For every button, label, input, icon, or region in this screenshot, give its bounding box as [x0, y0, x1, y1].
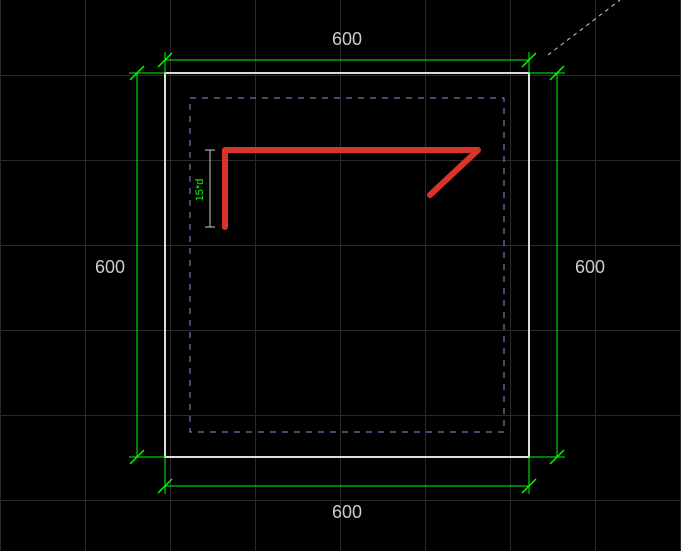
dimension-top-value: 600	[332, 29, 362, 49]
dimension-bottom-value: 600	[332, 502, 362, 522]
dimension-right: 600	[529, 66, 605, 464]
leader-line	[548, 0, 620, 55]
cad-drawing: 15*d 600 600 600 600	[0, 0, 681, 551]
dimension-left: 600	[95, 66, 165, 464]
rebar-length-text: 15*d	[194, 179, 206, 202]
dimension-right-value: 600	[575, 257, 605, 277]
dimension-bottom: 600	[158, 457, 536, 522]
dimension-top: 600	[158, 29, 536, 73]
rebar-shape	[225, 150, 478, 227]
outer-section-box	[165, 73, 529, 457]
rebar-length-annotation: 15*d	[194, 150, 215, 227]
dimension-left-value: 600	[95, 257, 125, 277]
